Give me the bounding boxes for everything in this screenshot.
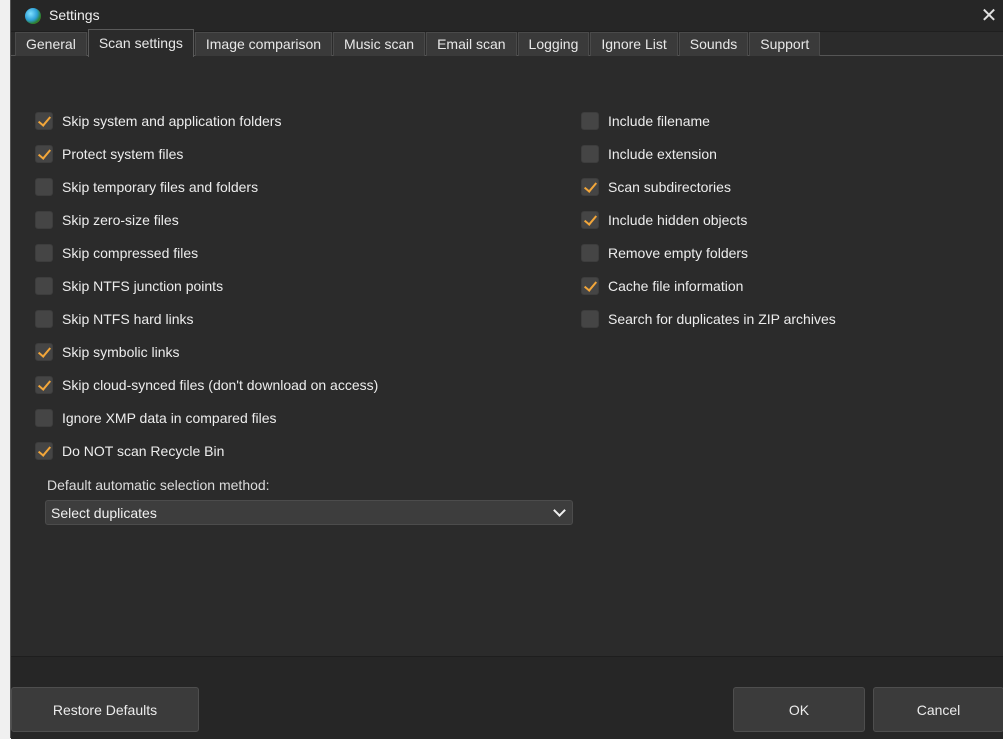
option-row[interactable]: Include filename — [581, 110, 710, 132]
option-label: Search for duplicates in ZIP archives — [608, 311, 836, 327]
option-label: Remove empty folders — [608, 245, 749, 261]
checkbox-unchecked[interactable] — [35, 310, 53, 328]
option-label: Do NOT scan Recycle Bin — [62, 443, 225, 459]
checkbox-unchecked[interactable] — [581, 145, 599, 163]
option-label: Include hidden objects — [608, 212, 748, 228]
option-row[interactable]: Skip cloud-synced files (don't download … — [35, 374, 378, 396]
option-label: Skip compressed files — [62, 245, 199, 261]
option-label: Include filename — [608, 113, 710, 129]
app-globe-icon — [25, 8, 41, 24]
settings-window: Settings ✕ General Scan settings Image c… — [10, 0, 1003, 739]
option-row[interactable]: Skip compressed files — [35, 242, 198, 264]
option-label: Cache file information — [608, 278, 744, 294]
option-row[interactable]: Skip zero-size files — [35, 209, 179, 231]
checkbox-checked[interactable] — [581, 211, 599, 229]
option-row[interactable]: Scan subdirectories — [581, 176, 731, 198]
selection-method-dropdown[interactable]: Select duplicates — [45, 500, 573, 525]
checkbox-unchecked[interactable] — [35, 277, 53, 295]
option-row[interactable]: Search for duplicates in ZIP archives — [581, 308, 836, 330]
close-icon[interactable]: ✕ — [974, 0, 1003, 31]
option-label: Skip symbolic links — [62, 344, 180, 360]
checkbox-unchecked[interactable] — [581, 244, 599, 262]
checkbox-checked[interactable] — [35, 145, 53, 163]
tab-ignore-list[interactable]: Ignore List — [590, 32, 678, 56]
checkbox-unchecked[interactable] — [35, 211, 53, 229]
option-label: Protect system files — [62, 146, 184, 162]
checkbox-unchecked[interactable] — [581, 310, 599, 328]
checkbox-checked[interactable] — [35, 442, 53, 460]
option-label: Include extension — [608, 146, 717, 162]
tab-strip: General Scan settings Image comparison M… — [15, 29, 821, 57]
checkbox-unchecked[interactable] — [35, 178, 53, 196]
tab-scan-settings[interactable]: Scan settings — [87, 29, 194, 57]
tab-sounds[interactable]: Sounds — [678, 32, 749, 56]
option-label: Skip system and application folders — [62, 113, 282, 129]
checkbox-checked[interactable] — [35, 376, 53, 394]
tab-general[interactable]: General — [15, 32, 87, 56]
option-row[interactable]: Skip system and application folders — [35, 110, 281, 132]
option-row[interactable]: Include hidden objects — [581, 209, 747, 231]
cancel-button[interactable]: Cancel — [873, 687, 1003, 732]
checkbox-unchecked[interactable] — [35, 244, 53, 262]
option-row[interactable]: Protect system files — [35, 143, 183, 165]
option-label: Scan subdirectories — [608, 179, 731, 195]
button-bar: Restore Defaults OK Cancel — [11, 656, 1003, 739]
checkbox-checked[interactable] — [581, 178, 599, 196]
selection-method-label: Default automatic selection method: — [47, 477, 270, 493]
option-label: Skip NTFS hard links — [62, 311, 194, 327]
tab-logging[interactable]: Logging — [517, 32, 590, 56]
option-label: Skip temporary files and folders — [62, 179, 259, 195]
restore-defaults-button[interactable]: Restore Defaults — [11, 687, 199, 732]
window-title: Settings — [49, 7, 100, 23]
checkbox-unchecked[interactable] — [581, 112, 599, 130]
chevron-down-icon — [553, 504, 566, 517]
option-row[interactable]: Remove empty folders — [581, 242, 748, 264]
tab-support[interactable]: Support — [749, 32, 821, 56]
checkbox-checked[interactable] — [35, 343, 53, 361]
option-label: Skip zero-size files — [62, 212, 179, 228]
option-row[interactable]: Do NOT scan Recycle Bin — [35, 440, 224, 462]
option-label: Ignore XMP data in compared files — [62, 410, 277, 426]
tab-music-scan[interactable]: Music scan — [333, 32, 426, 56]
option-row[interactable]: Skip temporary files and folders — [35, 176, 258, 198]
option-row[interactable]: Skip NTFS hard links — [35, 308, 193, 330]
checkbox-checked[interactable] — [581, 277, 599, 295]
option-row[interactable]: Skip NTFS junction points — [35, 275, 223, 297]
option-label: Skip cloud-synced files (don't download … — [62, 377, 379, 393]
title-bar: Settings ✕ — [11, 0, 1003, 32]
tab-image-comparison[interactable]: Image comparison — [194, 32, 333, 56]
selection-method-value: Select duplicates — [51, 505, 157, 521]
ok-button[interactable]: OK — [733, 687, 865, 732]
option-row[interactable]: Cache file information — [581, 275, 743, 297]
option-label: Skip NTFS junction points — [62, 278, 224, 294]
checkbox-unchecked[interactable] — [35, 409, 53, 427]
tab-email-scan[interactable]: Email scan — [426, 32, 517, 56]
option-row[interactable]: Ignore XMP data in compared files — [35, 407, 277, 429]
option-row[interactable]: Include extension — [581, 143, 717, 165]
option-row[interactable]: Skip symbolic links — [35, 341, 179, 363]
checkbox-checked[interactable] — [35, 112, 53, 130]
